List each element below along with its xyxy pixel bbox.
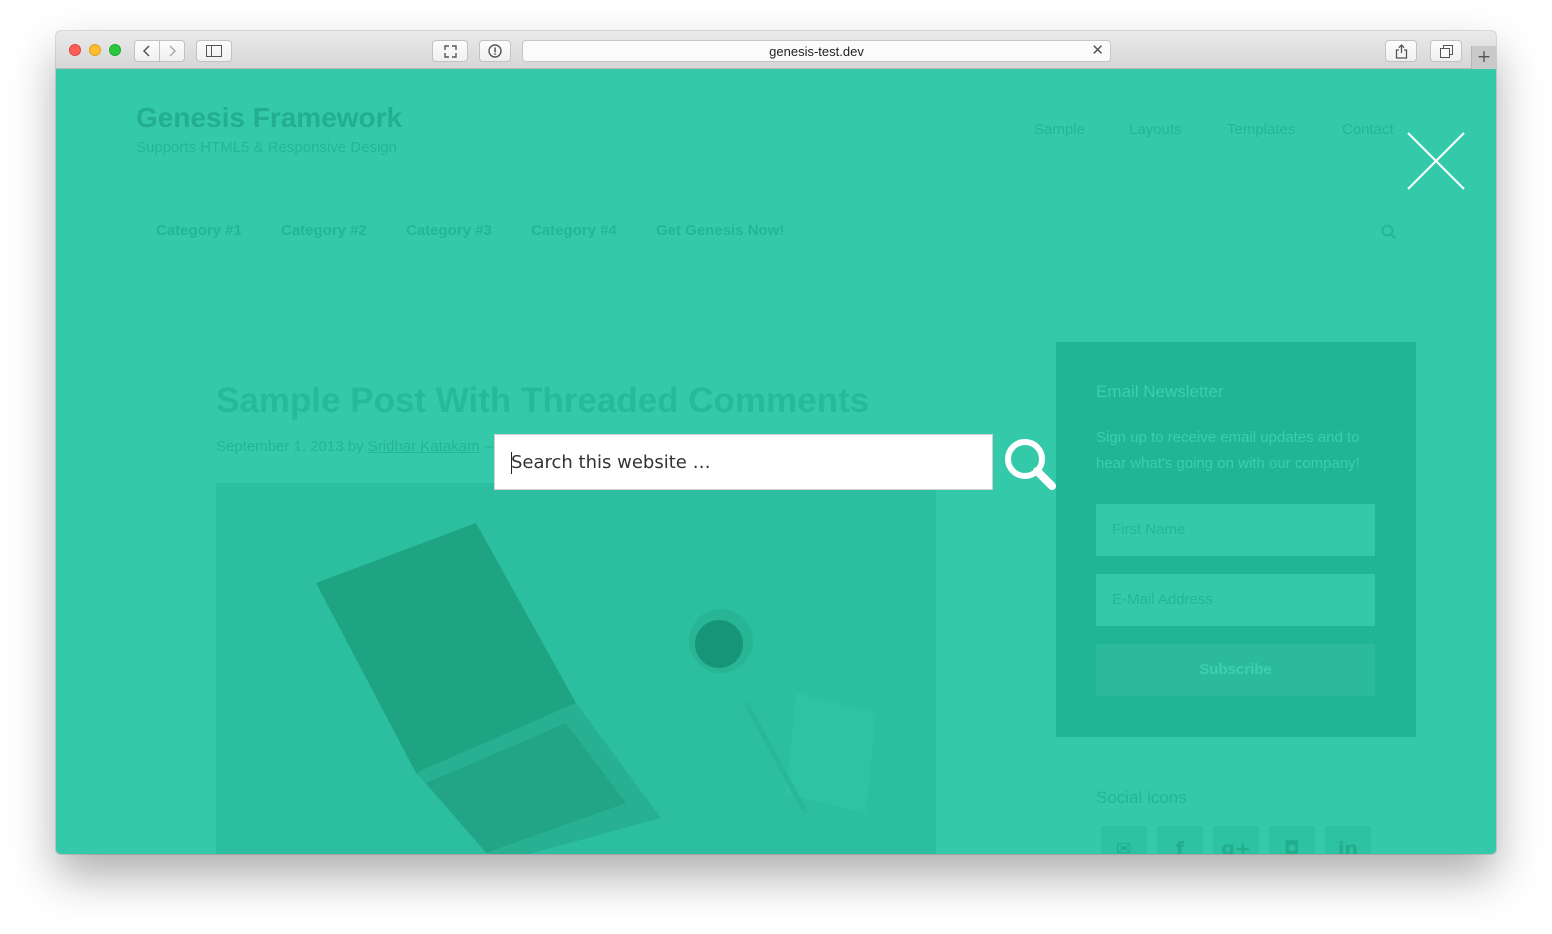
nav-item-contact[interactable]: Contact: [1342, 121, 1394, 138]
laptop-illustration: [316, 523, 876, 854]
post-author-link[interactable]: Sridhar Katakam: [368, 438, 480, 455]
expand-icon: [443, 44, 457, 58]
category-nav-item-1[interactable]: Category #1: [156, 222, 242, 239]
category-nav-item-get-genesis[interactable]: Get Genesis Now!: [656, 222, 784, 239]
google-plus-icon[interactable]: g+: [1213, 826, 1259, 854]
first-name-field[interactable]: First Name: [1096, 504, 1375, 556]
share-button[interactable]: [1385, 40, 1417, 62]
mail-icon[interactable]: ✉: [1101, 826, 1147, 854]
close-window-button[interactable]: [69, 44, 81, 56]
post-title[interactable]: Sample Post With Threaded Comments: [216, 381, 869, 421]
chevron-right-icon: [169, 45, 177, 57]
info-icon: [488, 44, 502, 58]
post-meta: September 1, 2013 by Sridhar Katakam —: [216, 438, 499, 455]
web-page: Genesis Framework Supports HTML5 & Respo…: [56, 69, 1496, 854]
post-date: September 1, 2013: [216, 438, 344, 455]
close-overlay-icon[interactable]: [1406, 131, 1466, 191]
site-description: Supports HTML5 & Responsive Design: [136, 139, 397, 156]
url-text: genesis-test.dev: [769, 44, 864, 59]
chevron-left-icon: [142, 45, 150, 57]
stop-loading-icon[interactable]: ✕: [1091, 41, 1104, 59]
zoom-window-button[interactable]: [109, 44, 121, 56]
minimize-window-button[interactable]: [89, 44, 101, 56]
sidebar-toggle-button[interactable]: [196, 40, 232, 62]
nav-item-layouts[interactable]: Layouts: [1129, 121, 1182, 138]
tab-overview-button[interactable]: [1430, 40, 1462, 62]
reader-info-button[interactable]: [479, 40, 511, 62]
nav-item-sample[interactable]: Sample: [1034, 121, 1085, 138]
address-bar[interactable]: genesis-test.dev ✕: [522, 40, 1111, 62]
new-tab-button[interactable]: +: [1471, 46, 1496, 69]
newsletter-title: Email Newsletter: [1096, 382, 1224, 401]
newsletter-widget: Email Newsletter Sign up to receive emai…: [1056, 342, 1416, 737]
category-nav-item-4[interactable]: Category #4: [531, 222, 617, 239]
search-input[interactable]: [495, 435, 992, 489]
back-button[interactable]: [134, 40, 160, 62]
email-field[interactable]: E-Mail Address: [1096, 574, 1375, 626]
site-title[interactable]: Genesis Framework: [136, 102, 402, 134]
browser-window: genesis-test.dev ✕ + Genesis Framework S…: [56, 31, 1496, 854]
category-nav-item-3[interactable]: Category #3: [406, 222, 492, 239]
facebook-icon[interactable]: f: [1157, 826, 1203, 854]
featured-image: [216, 483, 936, 854]
category-nav-item-2[interactable]: Category #2: [281, 222, 367, 239]
nav-item-templates[interactable]: Templates: [1227, 121, 1295, 138]
sidebar-icon: [206, 45, 222, 57]
social-icons-title: Social icons: [1096, 788, 1187, 807]
search-icon[interactable]: [1381, 224, 1397, 240]
text-cursor: [511, 452, 512, 474]
fullscreen-button[interactable]: [432, 40, 468, 62]
search-submit-icon[interactable]: [1003, 437, 1057, 491]
browser-toolbar: genesis-test.dev ✕ +: [56, 31, 1496, 69]
newsletter-text: Sign up to receive email updates and to …: [1096, 429, 1360, 472]
linkedin-icon[interactable]: in: [1325, 826, 1371, 854]
share-icon: [1395, 43, 1407, 59]
search-box: [494, 434, 993, 490]
instagram-icon[interactable]: ◘: [1269, 826, 1315, 854]
post-by-label: by: [347, 438, 364, 455]
tabs-icon: [1439, 44, 1453, 58]
forward-button[interactable]: [159, 40, 185, 62]
subscribe-button[interactable]: Subscribe: [1096, 644, 1375, 696]
